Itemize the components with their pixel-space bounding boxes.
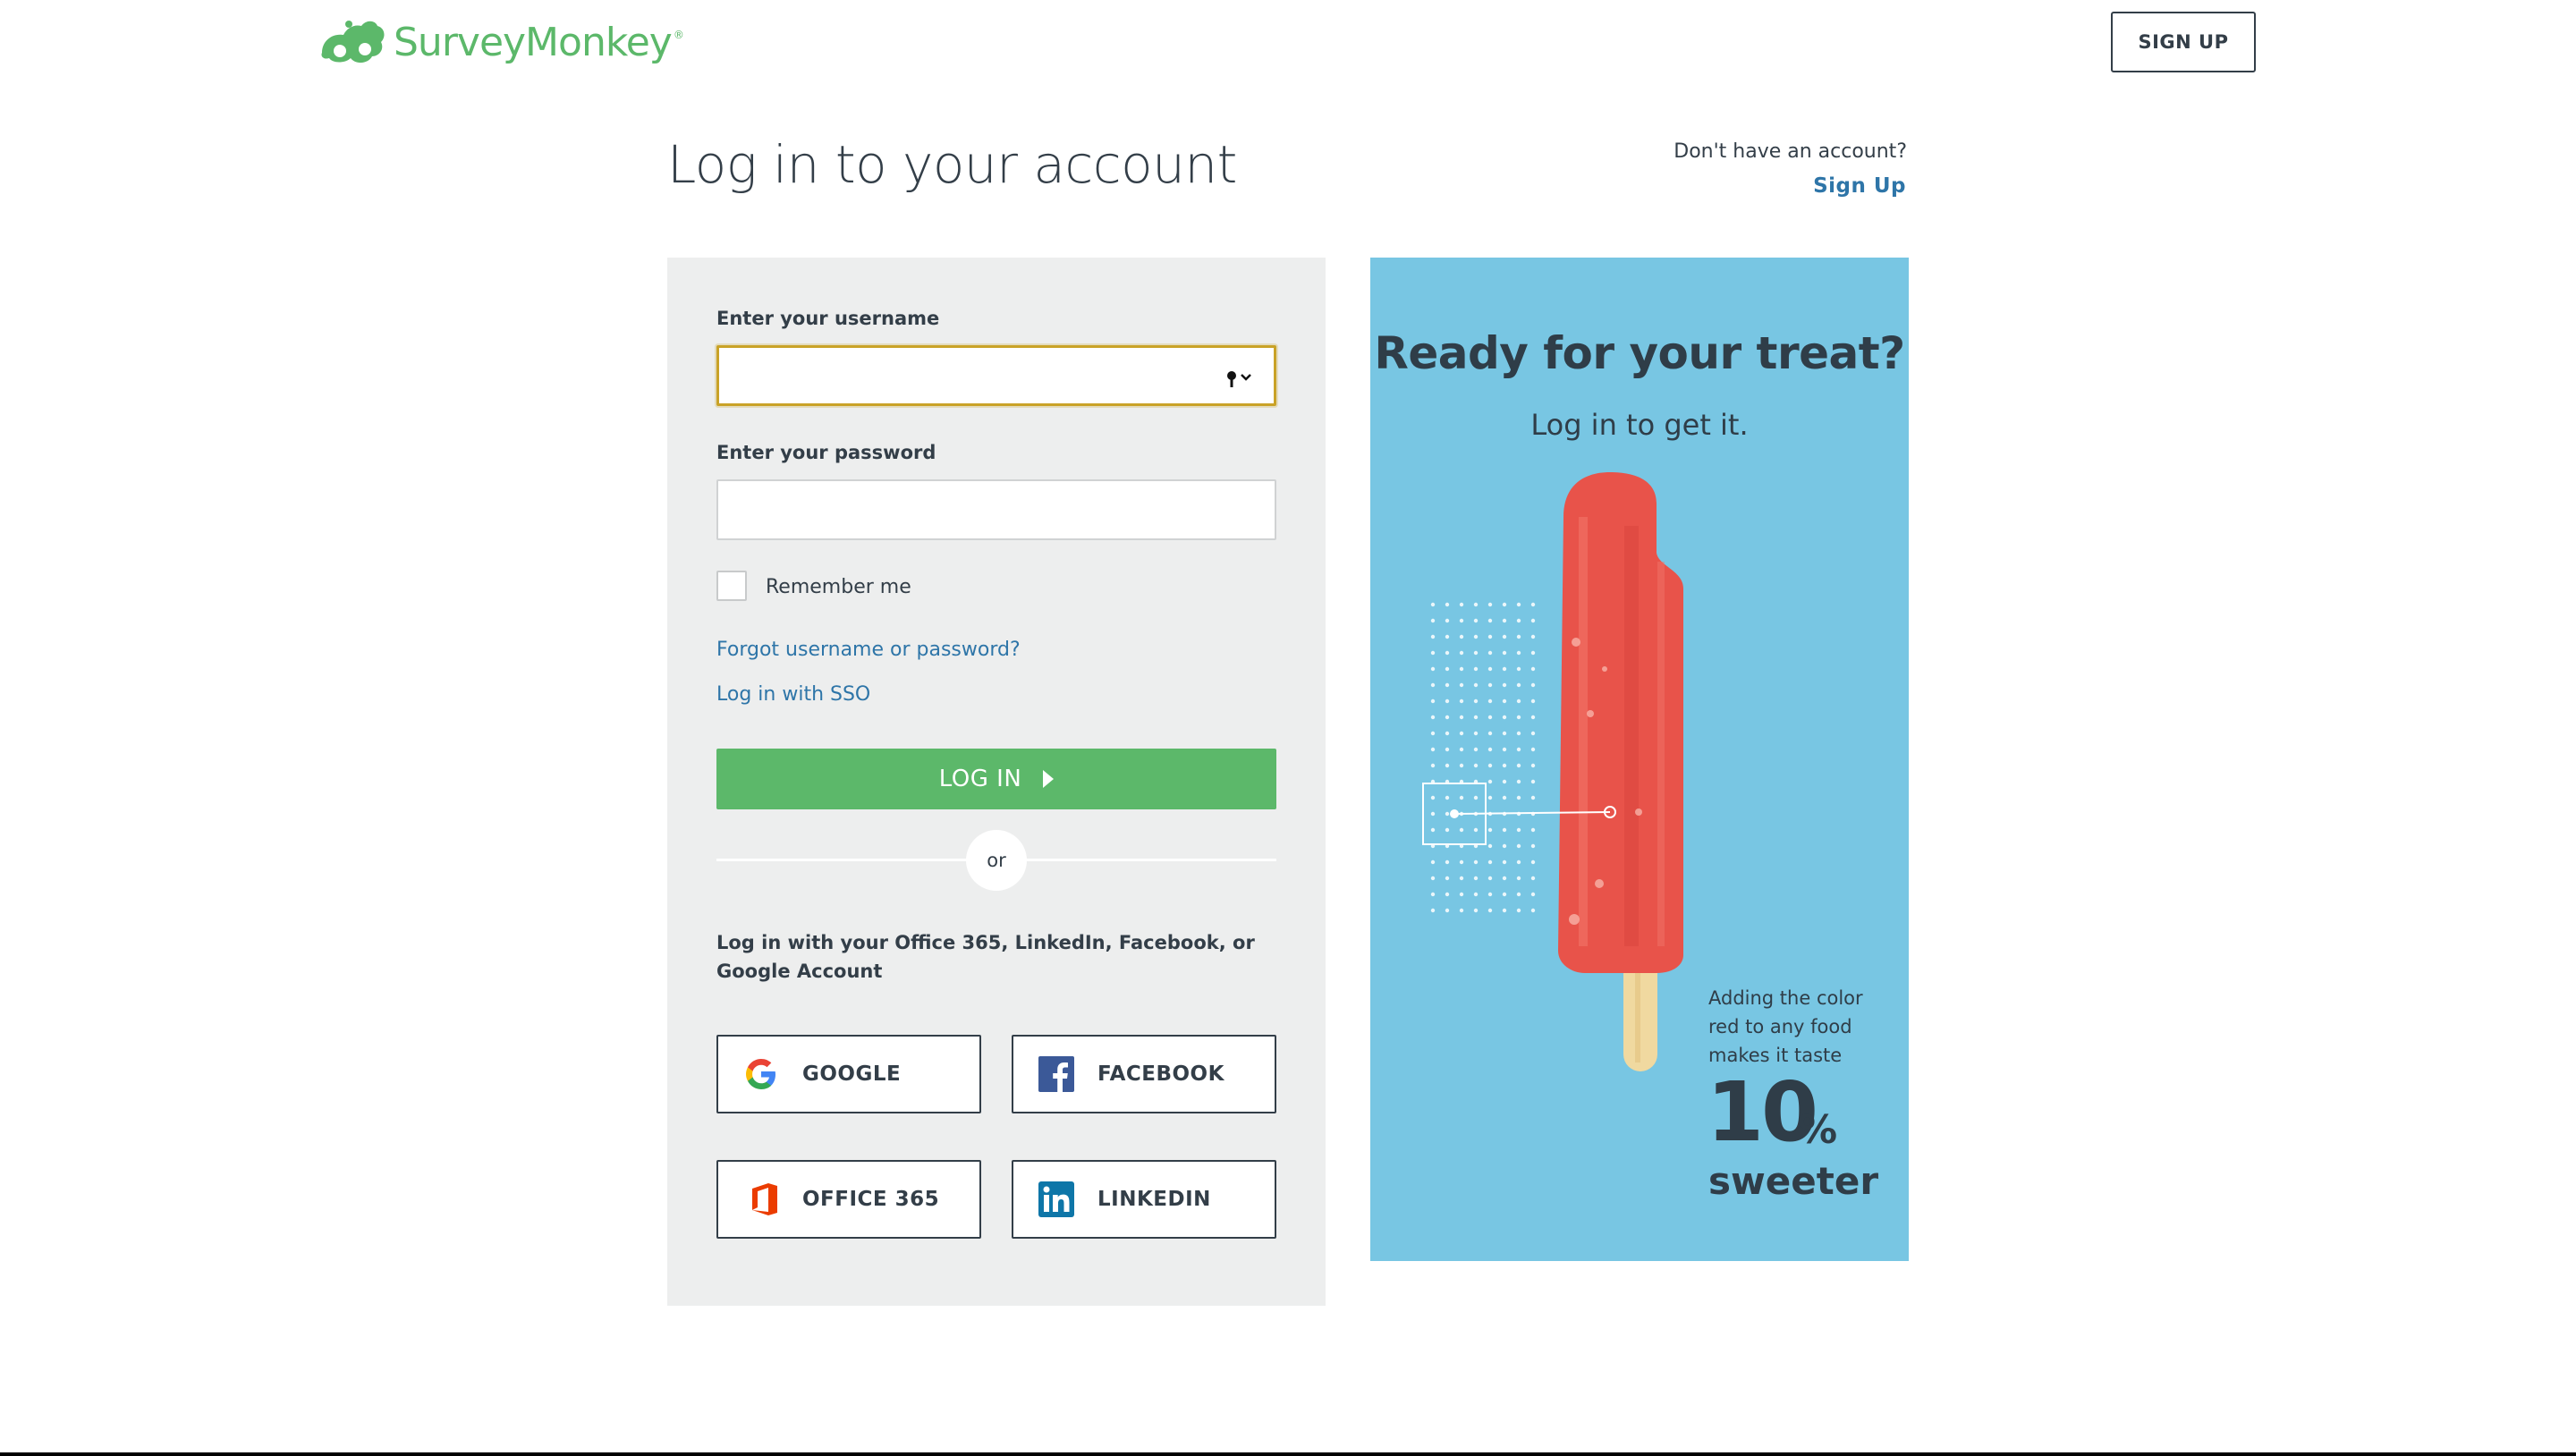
linkedin-label: LINKEDIN	[1097, 1188, 1211, 1211]
facebook-icon	[1037, 1054, 1076, 1094]
password-input[interactable]	[716, 479, 1276, 540]
bottom-border	[0, 1452, 2576, 1456]
office365-label: OFFICE 365	[802, 1188, 940, 1211]
linkedin-login-button[interactable]: LINKEDIN	[1012, 1160, 1276, 1239]
google-label: GOOGLE	[802, 1062, 902, 1086]
office365-login-button[interactable]: OFFICE 365	[716, 1160, 981, 1239]
page-title: Log in to your account	[667, 134, 1237, 195]
login-button[interactable]: LOG IN	[716, 749, 1276, 809]
forgot-password-link[interactable]: Forgot username or password?	[716, 639, 1021, 661]
username-input[interactable]	[716, 345, 1276, 406]
surveymonkey-logo[interactable]: SurveyMonkey ®	[313, 13, 684, 72]
promo-title: Ready for your treat?	[1374, 327, 1905, 379]
monkey-logo-icon	[321, 21, 385, 63]
header-signup-button[interactable]: SIGN UP	[2111, 12, 2256, 72]
sso-login-link[interactable]: Log in with SSO	[716, 683, 870, 706]
google-icon	[741, 1054, 781, 1094]
fact-word: sweeter	[1708, 1159, 1879, 1203]
facebook-login-button[interactable]: FACEBOOK	[1012, 1035, 1276, 1113]
credential-key-icon[interactable]	[1225, 365, 1261, 392]
linkedin-icon	[1037, 1180, 1076, 1219]
registered-mark: ®	[673, 29, 684, 41]
signup-link[interactable]: Sign Up	[1813, 174, 1906, 198]
password-label: Enter your password	[716, 442, 936, 463]
google-login-button[interactable]: GOOGLE	[716, 1035, 981, 1113]
facebook-label: FACEBOOK	[1097, 1062, 1224, 1086]
login-button-label: LOG IN	[938, 766, 1022, 792]
no-account-text: Don't have an account?	[1674, 140, 1907, 163]
login-form-panel: Enter your username Enter your password …	[667, 258, 1326, 1306]
social-login-text: Log in with your Office 365, LinkedIn, F…	[716, 932, 1255, 982]
login-page: SurveyMonkey ® SIGN UP Log in to your ac…	[0, 0, 2576, 1456]
promo-panel: Ready for your treat? Log in to get it. …	[1370, 258, 1909, 1261]
remember-me-label[interactable]: Remember me	[766, 576, 911, 598]
promo-subtitle: Log in to get it.	[1530, 408, 1749, 442]
or-divider: or	[966, 830, 1027, 891]
arrow-right-icon	[1043, 770, 1055, 788]
brand-name: SurveyMonkey	[394, 19, 673, 65]
remember-me-checkbox[interactable]	[716, 571, 747, 601]
fact-percent: %	[1798, 1107, 1838, 1153]
fact-text: Adding the color red to any food makes i…	[1708, 987, 1863, 1066]
office365-icon	[745, 1180, 784, 1219]
username-label: Enter your username	[716, 308, 940, 329]
